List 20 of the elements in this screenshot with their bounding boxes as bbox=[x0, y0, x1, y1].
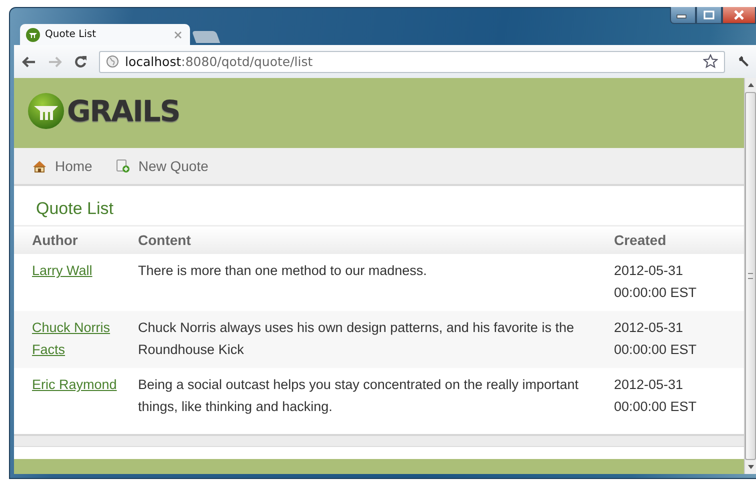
table-cell: Chuck Norris always uses his own design patterns, and his favorite is the Roundhouse Kick bbox=[120, 311, 614, 368]
table-cell: 2012-05-31 00:00:00 EST bbox=[614, 368, 744, 425]
author-link[interactable]: Larry Wall bbox=[32, 260, 118, 282]
table-cell: Being a social outcast helps you stay concentrated on the really important things, like thinking and hacking. bbox=[120, 368, 614, 425]
table-cell: 2012-05-31 00:00:00 EST bbox=[614, 254, 744, 311]
tab-title: Quote List bbox=[45, 29, 98, 40]
author-link[interactable]: Chuck Norris Facts bbox=[32, 317, 118, 361]
table-cell: There is more than one method to our madness. bbox=[120, 254, 614, 311]
table-cell: 2012-05-31 00:00:00 EST bbox=[614, 311, 744, 368]
nav-link[interactable]: Home bbox=[32, 158, 92, 174]
column-header[interactable]: Author bbox=[14, 226, 120, 254]
page-heading: Quote List bbox=[35, 198, 114, 220]
logo-text: GRAILS bbox=[67, 94, 180, 128]
column-header[interactable]: Created bbox=[614, 226, 744, 254]
column-header[interactable]: Content bbox=[120, 226, 614, 254]
nav-link[interactable]: New Quote bbox=[116, 158, 208, 174]
author-link[interactable]: Eric Raymond bbox=[32, 374, 118, 396]
address-bar[interactable]: localhost:8080/qotd/quote/list bbox=[99, 50, 725, 72]
url-text: localhost:8080/qotd/quote/list bbox=[125, 54, 314, 69]
browser-tab[interactable]: Quote List bbox=[20, 24, 190, 45]
